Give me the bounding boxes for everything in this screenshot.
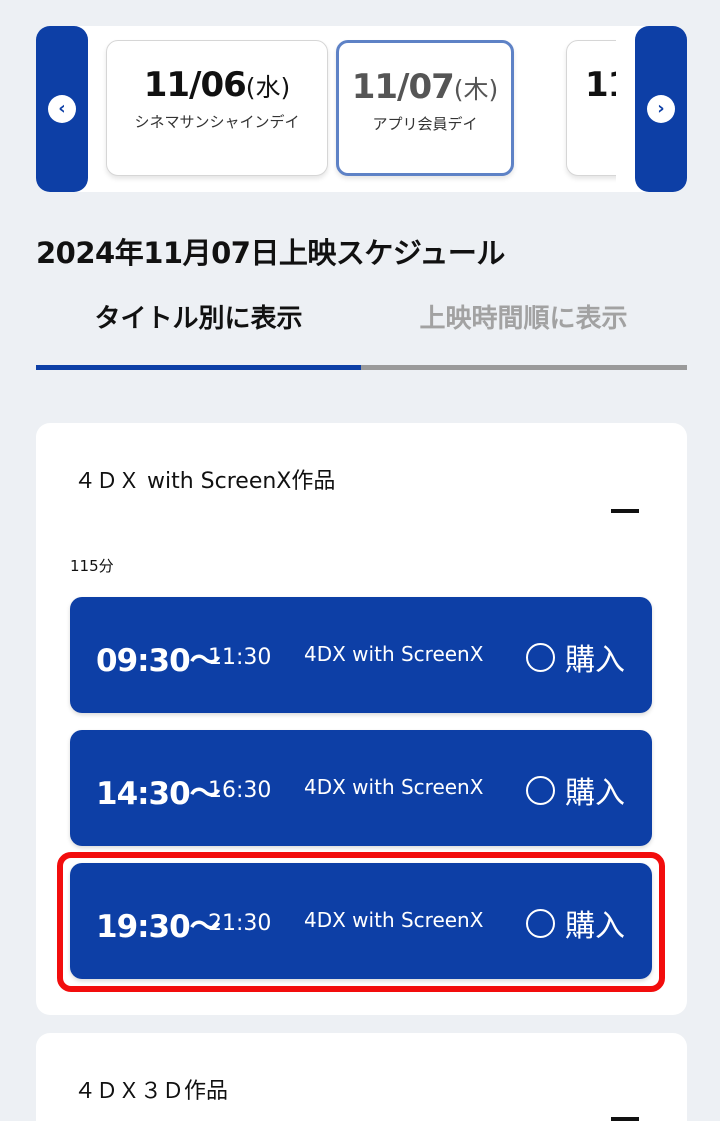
- date-weekday: (木): [453, 75, 499, 104]
- showtime-format: 4DX with ScreenX: [304, 642, 484, 666]
- date-card-1106[interactable]: 11/06(水) シネマサンシャインデイ: [106, 40, 328, 176]
- movie-duration: 115分: [70, 557, 114, 575]
- date-prev-button[interactable]: ‹: [36, 26, 88, 192]
- availability-circle-icon: [526, 642, 555, 672]
- movie-card: ４ＤＸ with ScreenX作品 115分 09:30〜 11:30 4DX…: [36, 423, 687, 1015]
- availability-circle-icon: [526, 908, 555, 938]
- movie-title: ４ＤＸ３Ｄ作品: [74, 1079, 229, 1104]
- date-heading: 11: [567, 65, 616, 105]
- chevron-left-icon: ‹: [48, 95, 76, 123]
- showtime-end: 16:30: [208, 778, 272, 803]
- showtime-end: 21:30: [208, 911, 272, 936]
- showtime-button[interactable]: 14:30〜 16:30 4DX with ScreenX 購入: [70, 730, 652, 846]
- date-number: 11: [585, 65, 616, 105]
- schedule-page: ‹ 11/06(水) シネマサンシャインデイ 11/07(木) アプリ会員デイ …: [0, 0, 720, 1121]
- collapse-minus-icon[interactable]: [611, 1117, 639, 1121]
- buy-text: 購入: [565, 643, 625, 678]
- tab-by-title[interactable]: タイトル別に表示: [36, 290, 361, 360]
- buy-label: 購入: [526, 768, 625, 812]
- date-heading: 11/07(木): [339, 67, 511, 107]
- showtime-button[interactable]: 09:30〜 11:30 4DX with ScreenX 購入: [70, 597, 652, 713]
- date-number: 11/07: [351, 67, 455, 107]
- showtime-button-highlighted[interactable]: 19:30〜 21:30 4DX with ScreenX 購入: [70, 863, 652, 979]
- tab-indicator-active: [36, 365, 361, 370]
- showtime-format: 4DX with ScreenX: [304, 908, 484, 932]
- showtime-start: 14:30〜: [96, 776, 221, 812]
- chevron-right-icon: ›: [647, 95, 675, 123]
- tab-indicator-inactive: [361, 365, 687, 370]
- date-list: 11/06(水) シネマサンシャインデイ 11/07(木) アプリ会員デイ 11: [96, 26, 616, 192]
- page-title: 2024年11月07日上映スケジュール: [36, 236, 505, 270]
- tab-by-time[interactable]: 上映時間順に表示: [361, 290, 686, 360]
- showtime-format: 4DX with ScreenX: [304, 775, 484, 799]
- date-weekday: (水): [245, 73, 291, 102]
- buy-text: 購入: [565, 909, 625, 944]
- movie-card: ４ＤＸ３Ｄ作品: [36, 1033, 687, 1121]
- date-next-button[interactable]: ›: [635, 26, 687, 192]
- buy-label: 購入: [526, 635, 625, 679]
- showtime-end: 11:30: [208, 645, 272, 670]
- date-event-label: アプリ会員デイ: [372, 115, 478, 133]
- availability-circle-icon: [526, 775, 555, 805]
- showtime-start: 19:30〜: [96, 909, 221, 945]
- date-card-next[interactable]: 11: [566, 40, 616, 176]
- date-number: 11/06: [143, 65, 247, 105]
- buy-label: 購入: [526, 901, 625, 945]
- date-heading: 11/06(水): [107, 65, 327, 105]
- movie-title: ４ＤＸ with ScreenX作品: [74, 469, 336, 494]
- view-tabs: タイトル別に表示 上映時間順に表示: [36, 290, 687, 370]
- date-event-label: シネマサンシャインデイ: [134, 113, 300, 131]
- date-card-1107-selected[interactable]: 11/07(木) アプリ会員デイ: [336, 40, 514, 176]
- buy-text: 購入: [565, 776, 625, 811]
- collapse-minus-icon[interactable]: [611, 509, 639, 513]
- showtime-start: 09:30〜: [96, 643, 221, 679]
